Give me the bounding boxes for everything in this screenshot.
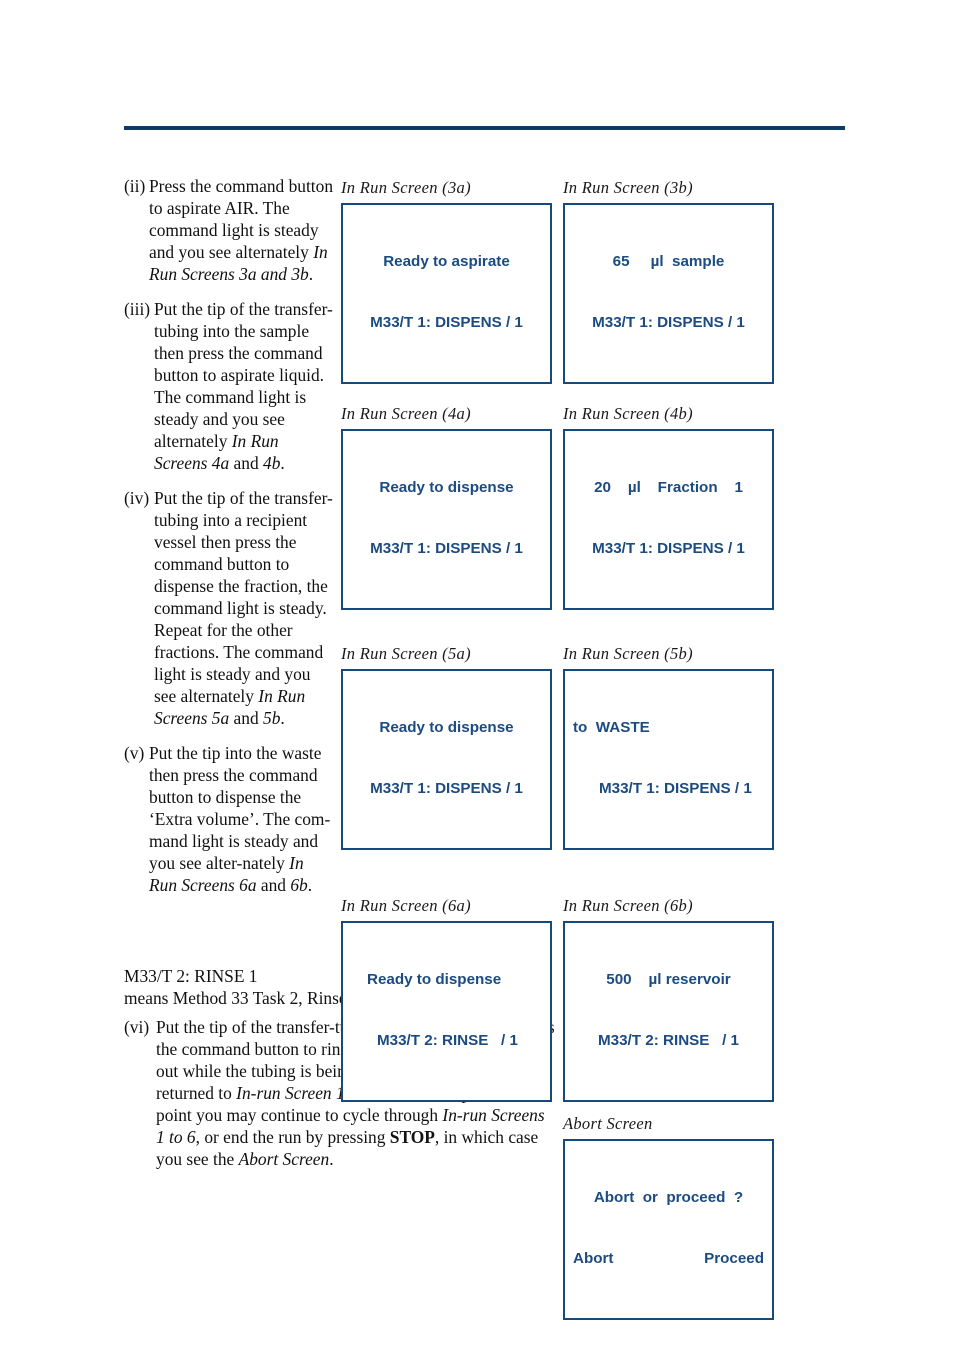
paragraph-v-tail-1-text: M33/T 2: RINSE 1 [124,966,258,986]
lcd-3b-line-1: 65 µl sample [612,253,725,271]
lcd-screen-4a: Ready to dispense M33/T 1: DISPENS / 1 [341,429,552,610]
figure-caption-6b: In Run Screen (6b) [563,896,693,915]
paragraph-iv-text: Put the tip of the transfer-tubing into … [154,487,334,729]
lcd-6b-line-1: 500 µl reservoir [606,971,731,989]
paragraph-v-text: Put the tip into the waste then press th… [149,742,334,896]
lcd-3b-line-2: M33/T 1: DISPENS / 1 [592,314,745,332]
paragraph-iv-text-1: Put the tip of the transfer-tubing into … [154,488,333,707]
list-marker-vi: (vi) [124,1017,150,1037]
paragraph-vi-text-5: . [329,1149,334,1170]
figure-in-run-screen-6a: In Run Screen (6a) Ready to dispense M33… [341,896,552,1102]
paragraph-ii: (ii) Press the command button to aspirat… [124,175,334,285]
lcd-6b-line-2: M33/T 2: RINSE / 1 [598,1032,739,1050]
paragraph-vi-italic-3: Abort Screen [238,1149,330,1170]
figure-in-run-screen-5b: In Run Screen (5b) to WASTE M33/T 1: DIS… [563,644,774,850]
paragraph-vi-bold-stop: STOP [389,1127,435,1148]
paragraph-v-text-2: and [256,875,291,896]
lcd-5b-line-2: M33/T 1: DISPENS / 1 [599,780,752,798]
lcd-6a-line-1: Ready to dispense [367,971,502,989]
list-marker-iv: (iv) [124,488,150,509]
paragraph-iii-italic-2: 4b [263,453,281,474]
paragraph-iii-text-1: Put the tip of the transfer-tubing into … [154,299,333,452]
list-marker-ii: (ii) [124,176,146,196]
lcd-5b-line-1: to WASTE [573,719,650,737]
lcd-4a-line-1: Ready to dispense [379,479,514,497]
figure-caption-5b: In Run Screen (5b) [563,644,693,663]
lcd-4b-line-1: 20 µl Fraction 1 [594,479,743,497]
lcd-screen-3b: 65 µl sample M33/T 1: DISPENS / 1 [563,203,774,384]
lcd-screen-abort: Abort or proceed ? Abort Proceed [563,1139,774,1320]
paragraph-vi-text-3: , or end the run by pressing [195,1127,390,1148]
figure-in-run-screen-4b: In Run Screen (4b) 20 µl Fraction 1 M33/… [563,404,774,610]
paragraph-iii-text-3: . [280,453,285,474]
lcd-screen-3a: Ready to aspirate M33/T 1: DISPENS / 1 [341,203,552,384]
paragraph-ii-text-1: Press the command button to aspirate AIR… [149,176,334,263]
lcd-5a-line-2: M33/T 1: DISPENS / 1 [370,780,523,798]
lcd-screen-4b: 20 µl Fraction 1 M33/T 1: DISPENS / 1 [563,429,774,610]
figure-caption-3b: In Run Screen (3b) [563,178,693,197]
figure-in-run-screen-3b: In Run Screen (3b) 65 µl sample M33/T 1:… [563,178,774,384]
paragraph-ii-text-2: . [308,264,314,285]
paragraph-iv: (iv) Put the tip of the transfer-tubing … [124,487,334,729]
figure-caption-4b: In Run Screen (4b) [563,404,693,423]
figure-in-run-screen-4a: In Run Screen (4a) Ready to dispense M33… [341,404,552,610]
figure-caption-4a: In Run Screen (4a) [341,404,471,423]
lcd-6a-line-2: M33/T 2: RINSE / 1 [377,1032,518,1050]
lcd-abort-line-1: Abort or proceed ? [593,1189,744,1207]
paragraph-v: (v) Put the tip into the waste then pres… [124,742,334,896]
list-marker-v: (v) [124,743,145,764]
paragraph-v-italic-2: 6b [290,875,308,896]
paragraph-iv-italic-2: 5b [263,708,281,729]
lcd-4b-line-2: M33/T 1: DISPENS / 1 [592,540,745,558]
paragraph-vi-italic-1: In-run Screen 1 [236,1083,345,1104]
lcd-3a-line-1: Ready to aspirate [383,253,510,271]
header-rule [124,126,845,130]
figure-in-run-screen-3a: In Run Screen (3a) Ready to aspirate M33… [341,178,552,384]
lcd-screen-6a: Ready to dispense M33/T 2: RINSE / 1 [341,921,552,1102]
lcd-4a-line-2: M33/T 1: DISPENS / 1 [370,540,523,558]
lcd-screen-5a: Ready to dispense M33/T 1: DISPENS / 1 [341,669,552,850]
body-text-column: (ii) Press the command button to aspirat… [124,175,334,909]
figure-caption-6a: In Run Screen (6a) [341,896,471,915]
figure-caption-5a: In Run Screen (5a) [341,644,471,663]
list-marker-iii: (iii) [124,299,151,320]
paragraph-iii-text: Put the tip of the transfer-tubing into … [154,298,334,474]
paragraph-v-text-3: . [307,875,313,896]
paragraph-iv-text-3: . [280,708,285,729]
proceed-button-label[interactable]: Proceed [704,1249,764,1269]
abort-button-label[interactable]: Abort [573,1249,614,1269]
lcd-abort-line-2: Abort Proceed [573,1249,764,1269]
lcd-5a-line-1: Ready to dispense [379,719,514,737]
lcd-screen-6b: 500 µl reservoir M33/T 2: RINSE / 1 [563,921,774,1102]
paragraph-iii: (iii) Put the tip of the transfer-tubing… [124,298,334,474]
figure-caption-3a: In Run Screen (3a) [341,178,471,197]
lcd-3a-line-2: M33/T 1: DISPENS / 1 [370,314,523,332]
paragraph-iv-text-2: and [229,708,263,729]
figure-abort-screen: Abort Screen Abort or proceed ? Abort Pr… [563,1114,774,1320]
lcd-screen-5b: to WASTE M33/T 1: DISPENS / 1 [563,669,774,850]
paragraph-ii-text: Press the command button to aspirate AIR… [149,175,334,285]
figure-in-run-screen-6b: In Run Screen (6b) 500 µl reservoir M33/… [563,896,774,1102]
figure-in-run-screen-5a: In Run Screen (5a) Ready to dispense M33… [341,644,552,850]
paragraph-iii-text-2: and [229,453,263,474]
figure-caption-abort: Abort Screen [563,1114,653,1133]
